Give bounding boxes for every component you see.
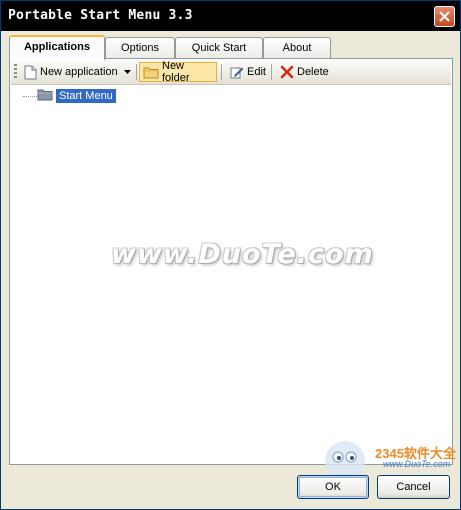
toolbar-separator <box>221 64 222 80</box>
ok-button[interactable]: OK <box>297 475 369 499</box>
close-icon <box>439 11 450 22</box>
new-application-label: New application <box>40 66 118 78</box>
tab-applications[interactable]: Applications <box>9 35 105 60</box>
toolbar-separator <box>271 64 272 80</box>
delete-x-icon <box>280 65 294 79</box>
edit-label: Edit <box>247 66 266 78</box>
chevron-down-icon[interactable] <box>123 70 131 74</box>
cancel-button[interactable]: Cancel <box>377 475 450 499</box>
title-bar[interactable]: Portable Start Menu 3.3 <box>1 1 460 31</box>
delete-button[interactable]: Delete <box>277 62 332 82</box>
application-tree[interactable]: Start Menu <box>11 85 451 463</box>
logo-url: www.DuoTe.com <box>383 459 451 469</box>
toolbar: New application New folder Edit Delete <box>11 60 451 85</box>
tree-node-start-menu[interactable]: Start Menu <box>37 88 117 104</box>
main-window: Portable Start Menu 3.3 Applications Opt… <box>0 0 461 510</box>
delete-label: Delete <box>297 66 329 78</box>
edit-button[interactable]: Edit <box>227 62 269 82</box>
window-title: Portable Start Menu 3.3 <box>8 8 193 23</box>
new-document-icon <box>24 65 37 80</box>
tree-node-label: Start Menu <box>55 88 117 104</box>
edit-pencil-icon <box>230 65 244 79</box>
folder-icon <box>143 66 159 79</box>
tab-strip: Applications Options Quick Start About <box>9 35 454 60</box>
new-folder-button[interactable]: New folder <box>139 60 217 84</box>
tab-about[interactable]: About <box>263 37 331 59</box>
close-button[interactable] <box>434 6 455 27</box>
watermark-text: www.DuoTe.com <box>111 239 374 270</box>
toolbar-separator <box>136 64 137 80</box>
new-folder-label: New folder <box>162 60 190 84</box>
folder-icon <box>37 88 53 104</box>
new-application-button[interactable]: New application <box>21 62 134 82</box>
toolbar-grip[interactable] <box>14 64 17 80</box>
tab-quick-start[interactable]: Quick Start <box>175 37 263 59</box>
tab-options[interactable]: Options <box>105 37 175 59</box>
